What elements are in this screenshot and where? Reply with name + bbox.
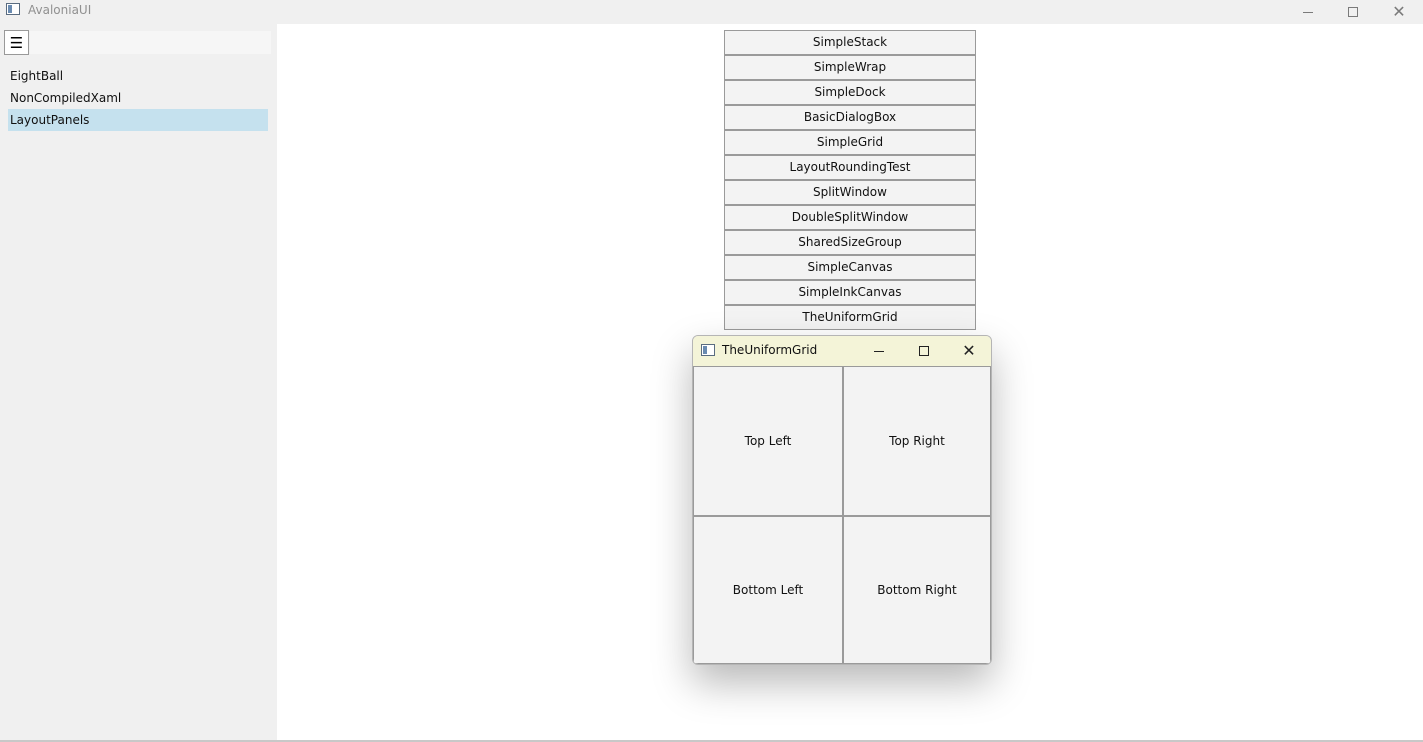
simplewrap-button[interactable]: SimpleWrap [724,55,976,80]
splitwindow-button[interactable]: SplitWindow [724,180,976,205]
sidebar: ☰ EightBall NonCompiledXaml LayoutPanels [0,24,277,740]
dialog-title-bar[interactable]: TheUniformGrid ✕ [693,336,991,366]
maximize-icon [919,346,929,356]
bottom-right-button[interactable]: Bottom Right [843,516,991,664]
simplegrid-button[interactable]: SimpleGrid [724,130,976,155]
search-input[interactable] [30,31,271,54]
doublesplitwindow-button[interactable]: DoubleSplitWindow [724,205,976,230]
top-left-button[interactable]: Top Left [693,366,843,516]
hamburger-icon: ☰ [9,33,24,52]
nav-list: EightBall NonCompiledXaml LayoutPanels [8,65,268,131]
close-icon: ✕ [962,341,976,360]
sharedsizegroup-button[interactable]: SharedSizeGroup [724,230,976,255]
theuniformgrid-button[interactable]: TheUniformGrid [724,305,976,330]
maximize-icon [1348,7,1358,17]
uniformgrid-dialog: TheUniformGrid ✕ Top Left Top Right Bott… [692,335,992,665]
simplestack-button[interactable]: SimpleStack [724,30,976,55]
simpleinkcanvas-button[interactable]: SimpleInkCanvas [724,280,976,305]
minimize-icon [1303,11,1313,13]
window-title: AvaloniaUI [28,3,92,17]
simpledock-button[interactable]: SimpleDock [724,80,976,105]
layoutroundingtest-button[interactable]: LayoutRoundingTest [724,155,976,180]
close-icon: ✕ [1392,2,1406,21]
nav-item-noncompiledxaml[interactable]: NonCompiledXaml [8,87,268,109]
dialog-app-icon [701,344,715,356]
minimize-button[interactable] [1285,0,1331,24]
hamburger-menu-button[interactable]: ☰ [4,30,29,55]
title-bar[interactable]: AvaloniaUI ✕ [0,0,1423,24]
maximize-button[interactable] [1330,0,1376,24]
dialog-close-button[interactable]: ✕ [946,336,991,366]
main-window: AvaloniaUI ✕ ☰ EightBall NonCompiledXaml… [0,0,1423,742]
layout-buttons-list: SimpleStack SimpleWrap SimpleDock BasicD… [724,30,976,330]
basicdialogbox-button[interactable]: BasicDialogBox [724,105,976,130]
uniform-grid: Top Left Top Right Bottom Left Bottom Ri… [693,366,991,664]
dialog-title: TheUniformGrid [722,343,818,357]
dialog-maximize-button[interactable] [901,336,947,366]
bottom-left-button[interactable]: Bottom Left [693,516,843,664]
app-icon [6,3,20,15]
minimize-icon [874,350,884,352]
top-right-button[interactable]: Top Right [843,366,991,516]
nav-item-layoutpanels[interactable]: LayoutPanels [8,109,268,131]
dialog-minimize-button[interactable] [856,336,902,366]
nav-item-eightball[interactable]: EightBall [8,65,268,87]
simplecanvas-button[interactable]: SimpleCanvas [724,255,976,280]
close-button[interactable]: ✕ [1376,0,1422,24]
